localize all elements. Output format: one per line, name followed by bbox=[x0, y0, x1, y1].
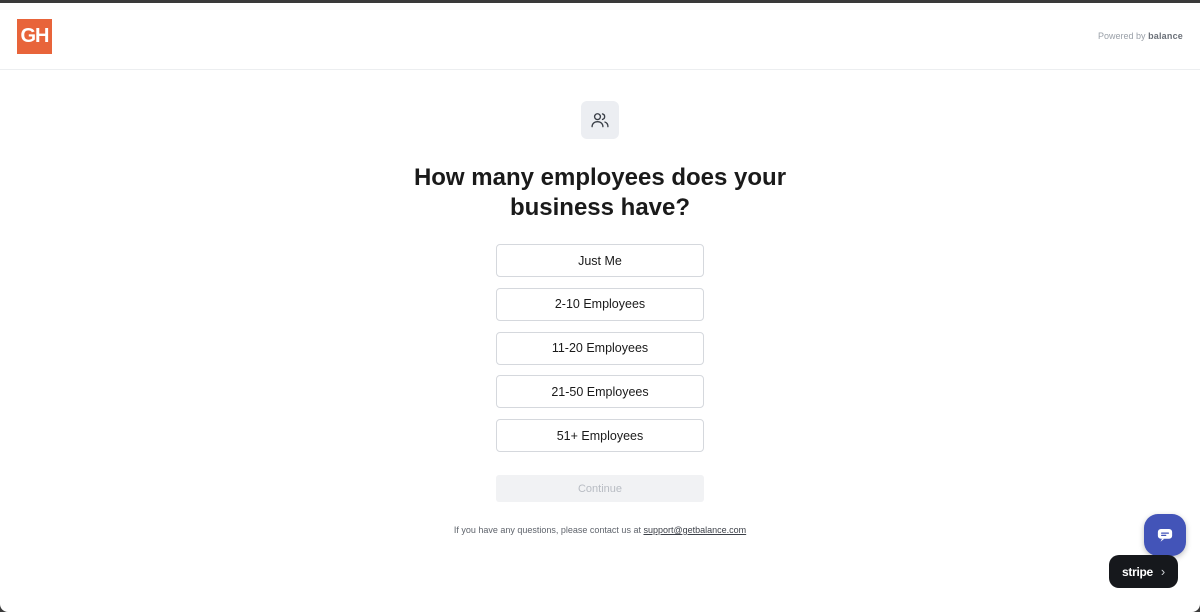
stripe-button[interactable]: stripe › bbox=[1109, 555, 1178, 588]
option-51-plus[interactable]: 51+ Employees bbox=[496, 419, 704, 452]
option-2-10[interactable]: 2-10 Employees bbox=[496, 287, 704, 321]
powered-by: Powered by balance bbox=[1098, 31, 1183, 41]
chat-bubble-icon bbox=[1157, 529, 1173, 542]
balance-brand: balance bbox=[1148, 31, 1183, 41]
option-just-me[interactable]: Just Me bbox=[496, 244, 704, 277]
option-11-20[interactable]: 11-20 Employees bbox=[496, 331, 704, 365]
chevron-right-icon: › bbox=[1160, 564, 1165, 579]
company-logo[interactable]: GH bbox=[17, 19, 52, 54]
page-title: How many employees does your business ha… bbox=[413, 164, 787, 221]
app-frame: GH Powered by balance How many employees… bbox=[0, 3, 1200, 612]
support-note: If you have any questions, please contac… bbox=[380, 525, 820, 535]
users-icon bbox=[581, 101, 619, 139]
option-21-50[interactable]: 21-50 Employees bbox=[496, 375, 704, 409]
chat-button[interactable] bbox=[1144, 514, 1186, 556]
stripe-label: stripe bbox=[1122, 564, 1153, 579]
support-email-link[interactable]: support@getbalance.com bbox=[643, 525, 746, 535]
powered-by-prefix: Powered by bbox=[1098, 31, 1146, 41]
employee-options: Just Me 2-10 Employees 11-20 Employees 2… bbox=[496, 244, 704, 463]
continue-button[interactable]: Continue bbox=[496, 475, 704, 502]
top-bar: GH Powered by balance bbox=[0, 3, 1200, 70]
support-text: If you have any questions, please contac… bbox=[453, 525, 641, 535]
